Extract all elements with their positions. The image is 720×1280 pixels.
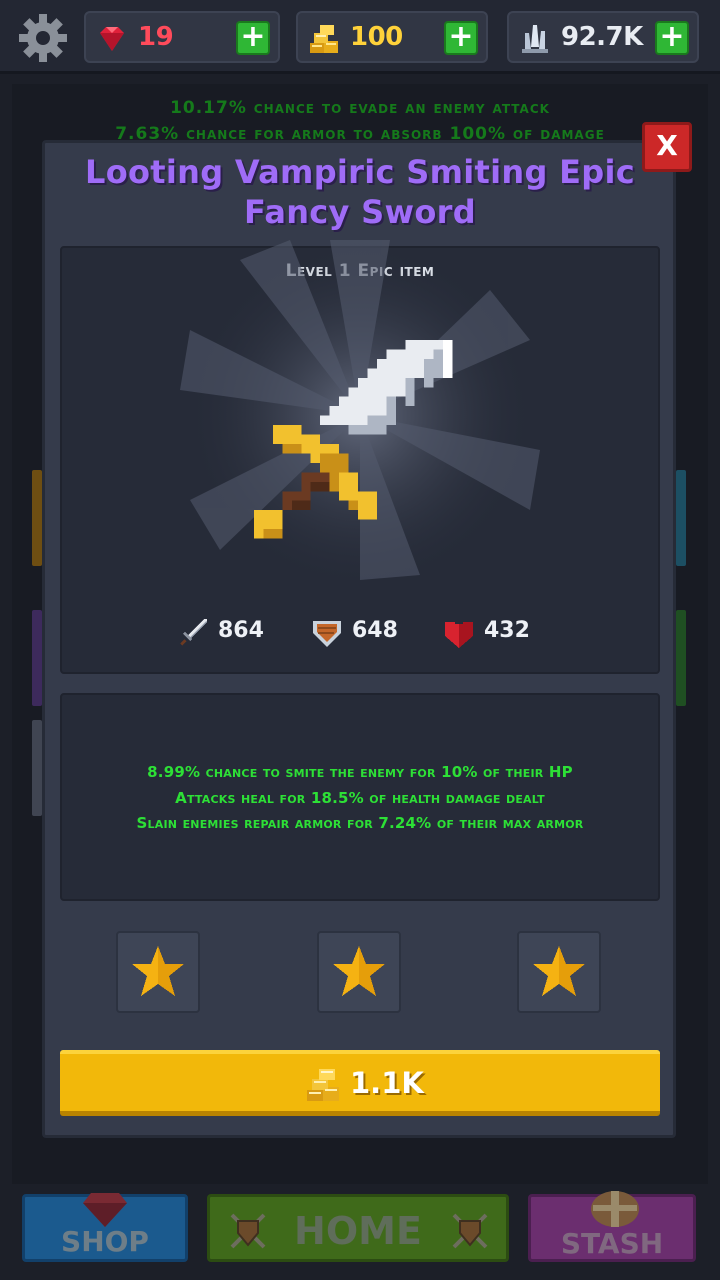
sword-attack-icon: [180, 619, 207, 646]
settings-gear-icon[interactable]: [17, 12, 69, 64]
background-side-tab: [676, 470, 686, 566]
star-icon: [333, 946, 385, 996]
background-side-tab: [32, 610, 42, 706]
background-side-tab: [32, 470, 42, 566]
star-slot: [517, 931, 601, 1013]
armor-value: 648: [352, 618, 398, 643]
gem-count: 19: [138, 22, 174, 52]
nav-shop-button[interactable]: SHOP: [22, 1193, 188, 1262]
nav-shop-label: SHOP: [61, 1225, 149, 1258]
crossed-swords-shield-icon: [452, 1213, 488, 1249]
treasure-chest-icon: [591, 1191, 639, 1227]
gem-counter: 19 +: [84, 11, 280, 63]
effect-line: Slain enemies repair armor for 7.24% of …: [136, 814, 584, 832]
background-side-tab: [32, 720, 42, 816]
nav-stash-label: STASH: [560, 1227, 664, 1260]
add-crystals-button[interactable]: +: [655, 21, 689, 55]
add-gems-button[interactable]: +: [236, 21, 270, 55]
shield-armor-icon: [313, 621, 341, 647]
nav-stash-button[interactable]: STASH: [528, 1191, 696, 1262]
effect-line: 8.99% chance to smite the enemy for 10% …: [147, 763, 573, 781]
buy-price: 1.1K: [350, 1066, 424, 1100]
ruby-gem-icon: [100, 27, 124, 51]
item-effects-panel: 8.99% chance to smite the enemy for 10% …: [60, 693, 660, 901]
star-icon: [132, 946, 184, 996]
health-value: 432: [484, 618, 530, 643]
top-bar: 19 + 100 + 92.7K +: [0, 0, 720, 74]
gold-counter: 100 +: [296, 11, 488, 63]
gold-coins-icon: [307, 1069, 339, 1101]
heart-health-icon: [445, 622, 473, 648]
item-title-line: Looting Vampiric Smiting Epic: [85, 153, 635, 191]
ruby-gem-icon: [83, 1193, 127, 1227]
gold-count: 100: [350, 22, 403, 52]
crystal-count: 92.7K: [561, 22, 643, 52]
add-gold-button[interactable]: +: [444, 21, 478, 55]
star-icon: [533, 946, 585, 996]
buy-button[interactable]: 1.1K: [60, 1050, 660, 1116]
crystal-counter: 92.7K +: [507, 11, 699, 63]
background-stat-line: 10.17% chance to evade an enemy attack: [170, 98, 550, 118]
crystal-icon: [522, 25, 548, 53]
gold-coins-icon: [310, 25, 338, 53]
star-slot: [116, 931, 200, 1013]
star-slot: [317, 931, 401, 1013]
attack-value: 864: [218, 618, 264, 643]
nav-home-button[interactable]: HOME: [207, 1194, 509, 1262]
sword-icon: [254, 340, 453, 539]
background-side-tab: [676, 610, 686, 706]
effect-line: Attacks heal for 18.5% of health damage …: [175, 789, 545, 807]
